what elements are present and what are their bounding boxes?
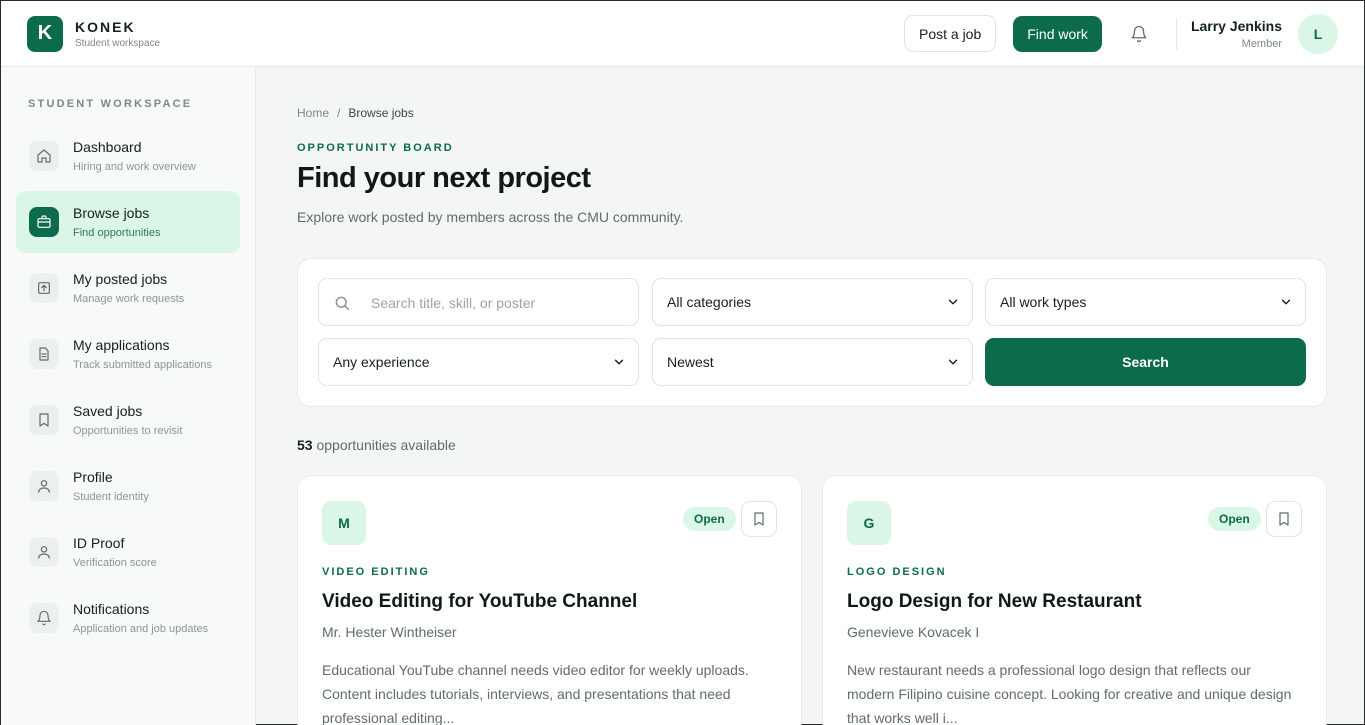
sidebar-item-desc: Application and job updates (73, 623, 209, 635)
brand-subtitle: Student workspace (75, 37, 161, 49)
bookmark-button[interactable] (741, 501, 777, 537)
sidebar-item-browse-jobs[interactable]: Browse jobs Find opportunities (16, 191, 240, 253)
category-select-value: All categories (667, 294, 752, 310)
upload-icon (29, 273, 59, 303)
search-input[interactable]: Search title, skill, or poster (318, 278, 639, 326)
job-poster: Mr. Hester Wintheiser (322, 624, 457, 640)
sidebar-item-label: Profile (73, 469, 113, 485)
sidebar-item-desc: Track submitted applications (73, 359, 212, 371)
job-description: New restaurant needs a professional logo… (847, 662, 1292, 725)
avatar[interactable]: L (1298, 13, 1338, 54)
category-select[interactable]: All categories (652, 278, 973, 326)
brand-logo: K (27, 15, 63, 52)
bookmark-button[interactable] (1266, 501, 1302, 537)
bookmark-icon (1279, 512, 1289, 526)
search-placeholder: Search title, skill, or poster (371, 295, 536, 311)
user-icon (29, 537, 59, 567)
header-divider (1175, 17, 1177, 50)
job-description: Educational YouTube channel needs video … (322, 662, 749, 725)
sidebar-item-profile[interactable]: Profile Student identity (16, 455, 240, 517)
job-poster: Genevieve Kovacek I (847, 624, 980, 640)
bookmark-icon (29, 405, 59, 435)
briefcase-icon (29, 207, 59, 237)
filter-panel: Search title, skill, or poster All categ… (297, 258, 1327, 407)
results-count: 53 opportunities available (297, 437, 456, 453)
sidebar-item-desc: Find opportunities (73, 227, 161, 239)
chevron-down-icon (614, 359, 624, 365)
sidebar-item-id-proof[interactable]: ID Proof Verification score (16, 521, 240, 583)
user-icon (29, 471, 59, 501)
sidebar-item-desc: Manage work requests (73, 293, 185, 305)
search-button[interactable]: Search (985, 338, 1306, 386)
poster-avatar: G (847, 501, 891, 545)
chevron-down-icon (948, 299, 958, 305)
page-title: Find your next project (297, 162, 591, 194)
sidebar: STUDENT WORKSPACE Dashboard Hiring and w… (1, 67, 256, 725)
results-count-label: opportunities available (316, 437, 456, 453)
job-category: VIDEO EDITING (322, 566, 430, 578)
sidebar-item-desc: Opportunities to revisit (73, 425, 183, 437)
search-icon (335, 296, 350, 311)
sidebar-item-label: Dashboard (73, 139, 142, 155)
job-title[interactable]: Video Editing for YouTube Channel (322, 591, 637, 613)
user-name: Larry Jenkins (1190, 17, 1282, 34)
experience-select[interactable]: Any experience (318, 338, 639, 386)
job-title[interactable]: Logo Design for New Restaurant (847, 591, 1142, 613)
sidebar-item-my-posted-jobs[interactable]: My posted jobs Manage work requests (16, 257, 240, 319)
brand[interactable]: K KONEK Student workspace (27, 15, 161, 52)
notifications-bell-button[interactable] (1121, 16, 1157, 52)
bell-icon (29, 603, 59, 633)
post-job-button[interactable]: Post a job (903, 15, 997, 52)
page-subtitle: Explore work posted by members across th… (297, 209, 684, 225)
breadcrumb-home-link[interactable]: Home (297, 106, 329, 120)
sidebar-item-label: Notifications (73, 601, 150, 617)
sidebar-item-label: My applications (73, 337, 170, 353)
user-role: Member (1241, 37, 1282, 50)
sidebar-item-my-applications[interactable]: My applications Track submitted applicat… (16, 323, 240, 385)
sidebar-item-label: Saved jobs (73, 403, 143, 419)
sort-select[interactable]: Newest (652, 338, 973, 386)
work-type-select[interactable]: All work types (985, 278, 1306, 326)
job-category: LOGO DESIGN (847, 566, 947, 578)
page-eyebrow: OPPORTUNITY BOARD (297, 142, 454, 154)
find-work-button[interactable]: Find work (1013, 15, 1102, 52)
sidebar-item-notifications[interactable]: Notifications Application and job update… (16, 587, 240, 649)
results-count-number: 53 (297, 437, 313, 453)
top-navigation-bar: K KONEK Student workspace Post a job Fin… (1, 1, 1364, 67)
sidebar-item-label: My posted jobs (73, 271, 168, 287)
job-card[interactable]: G Open LOGO DESIGN Logo Design for New R… (822, 475, 1327, 725)
job-card[interactable]: M Open VIDEO EDITING Video Editing for Y… (297, 475, 802, 725)
sidebar-item-desc: Hiring and work overview (73, 161, 196, 173)
sidebar-item-dashboard[interactable]: Dashboard Hiring and work overview (16, 125, 240, 187)
breadcrumb: Home / Browse jobs (297, 106, 414, 120)
brand-name: KONEK (75, 18, 136, 35)
status-badge: Open (1208, 507, 1261, 531)
sidebar-item-label: Browse jobs (73, 205, 150, 221)
home-icon (29, 141, 59, 171)
chevron-down-icon (948, 359, 958, 365)
bookmark-icon (754, 512, 764, 526)
sidebar-item-saved-jobs[interactable]: Saved jobs Opportunities to revisit (16, 389, 240, 451)
document-icon (29, 339, 59, 369)
sidebar-heading: STUDENT WORKSPACE (28, 98, 193, 110)
breadcrumb-separator: / (337, 106, 341, 120)
experience-select-value: Any experience (333, 354, 430, 370)
bell-icon (1131, 25, 1147, 42)
work-type-select-value: All work types (1000, 294, 1087, 310)
chevron-down-icon (1281, 299, 1291, 305)
sidebar-item-desc: Verification score (73, 557, 157, 569)
sidebar-item-label: ID Proof (73, 535, 125, 551)
user-menu[interactable]: Larry Jenkins Member (1191, 18, 1282, 50)
poster-avatar: M (322, 501, 366, 545)
status-badge: Open (683, 507, 736, 531)
sort-select-value: Newest (667, 354, 714, 370)
breadcrumb-current: Browse jobs (348, 106, 414, 120)
sidebar-item-desc: Student identity (73, 491, 149, 503)
